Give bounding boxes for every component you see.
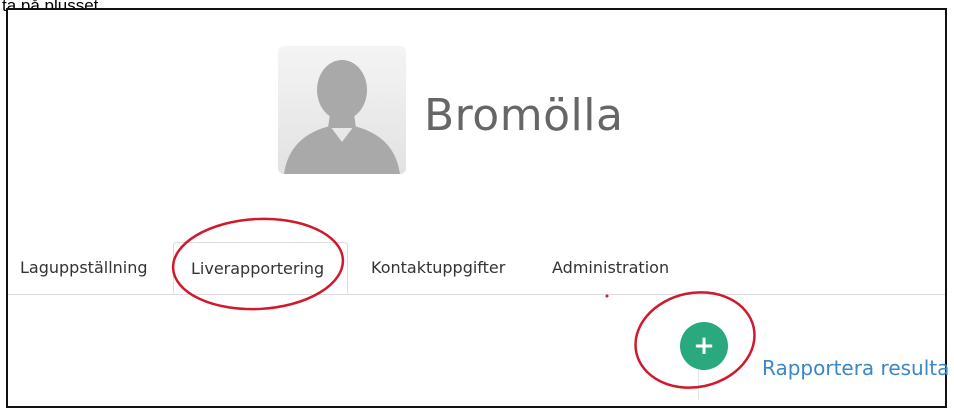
add-result-button[interactable]: + [680,322,728,370]
avatar-silhouette-icon [278,46,406,174]
team-avatar [278,46,406,174]
tab-bar: Laguppställning Liverapportering Kontakt… [8,242,945,295]
tab-kontaktuppgifter[interactable]: Kontaktuppgifter [371,258,505,277]
screenshot-frame: Bromölla Laguppställning Liverapporterin… [6,8,947,408]
tab-liverapportering[interactable]: Liverapportering [173,242,348,294]
report-result-link[interactable]: Rapportera resulta [762,356,949,380]
tab-administration[interactable]: Administration [552,258,669,277]
tab-laguppstallning[interactable]: Laguppställning [20,258,148,277]
plus-icon: + [693,331,715,361]
tab-liverapportering-label: Liverapportering [191,259,325,278]
team-name-heading: Bromölla [424,90,624,141]
